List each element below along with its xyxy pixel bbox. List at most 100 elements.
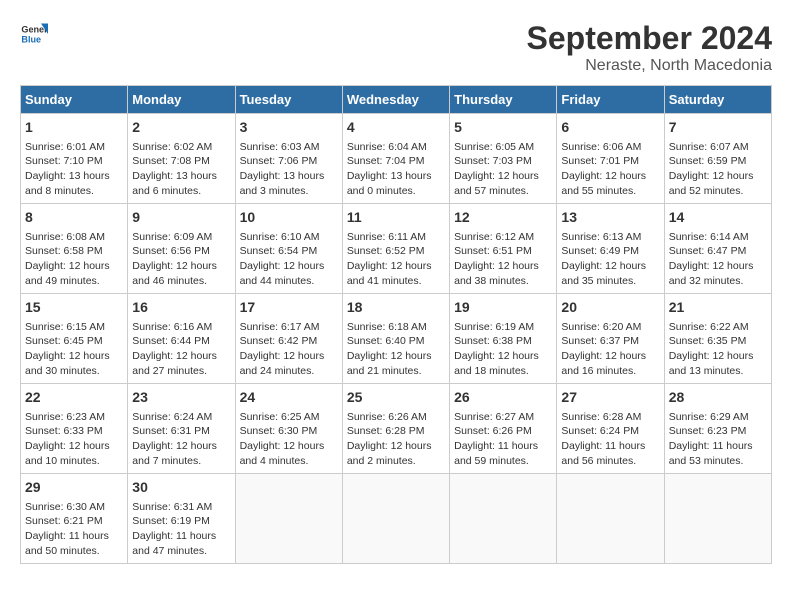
cell-line: Sunset: 6:51 PM — [454, 244, 552, 259]
col-header-tuesday: Tuesday — [235, 86, 342, 114]
cell-line: Sunrise: 6:11 AM — [347, 230, 445, 245]
cell-line: Sunrise: 6:25 AM — [240, 410, 338, 425]
cell-line: and 52 minutes. — [669, 184, 767, 199]
cell-line: Sunrise: 6:14 AM — [669, 230, 767, 245]
col-header-monday: Monday — [128, 86, 235, 114]
day-number: 17 — [240, 298, 338, 318]
cell-line: Daylight: 11 hours — [561, 439, 659, 454]
cell-content-day-25: 25Sunrise: 6:26 AMSunset: 6:28 PMDayligh… — [347, 388, 445, 468]
day-number: 9 — [132, 208, 230, 228]
cell-line: Sunset: 6:38 PM — [454, 334, 552, 349]
cell-content-day-19: 19Sunrise: 6:19 AMSunset: 6:38 PMDayligh… — [454, 298, 552, 378]
cell-line: and 3 minutes. — [240, 184, 338, 199]
cell-content-day-6: 6Sunrise: 6:06 AMSunset: 7:01 PMDaylight… — [561, 118, 659, 198]
cell-line: Daylight: 12 hours — [669, 169, 767, 184]
cell-line: Sunrise: 6:18 AM — [347, 320, 445, 335]
cell-line: Daylight: 11 hours — [25, 529, 123, 544]
cell-line: Sunset: 6:23 PM — [669, 424, 767, 439]
cell-line: Daylight: 12 hours — [240, 349, 338, 364]
cell-line: Sunrise: 6:07 AM — [669, 140, 767, 155]
cell-content-day-28: 28Sunrise: 6:29 AMSunset: 6:23 PMDayligh… — [669, 388, 767, 468]
cell-line: Sunset: 6:54 PM — [240, 244, 338, 259]
cell-line: Sunrise: 6:29 AM — [669, 410, 767, 425]
col-header-wednesday: Wednesday — [342, 86, 449, 114]
cell-content-day-5: 5Sunrise: 6:05 AMSunset: 7:03 PMDaylight… — [454, 118, 552, 198]
day-number: 7 — [669, 118, 767, 138]
cell-line: and 46 minutes. — [132, 274, 230, 289]
cell-line: Sunrise: 6:30 AM — [25, 500, 123, 515]
calendar-cell: 20 Sunrise: 6:20 AMSunset: 6:37 PMDayligh… — [557, 294, 664, 384]
cell-content-day-27: 27Sunrise: 6:28 AMSunset: 6:24 PMDayligh… — [561, 388, 659, 468]
svg-text:Blue: Blue — [21, 34, 41, 44]
cell-line: Sunset: 6:33 PM — [25, 424, 123, 439]
cell-line: Sunrise: 6:04 AM — [347, 140, 445, 155]
calendar-cell: 11 Sunrise: 6:11 AMSunset: 6:52 PMDayligh… — [342, 204, 449, 294]
cell-line: Sunset: 6:42 PM — [240, 334, 338, 349]
logo: General Blue — [20, 20, 48, 48]
cell-line: Daylight: 13 hours — [25, 169, 123, 184]
day-number: 23 — [132, 388, 230, 408]
calendar-cell — [235, 474, 342, 564]
cell-line: and 41 minutes. — [347, 274, 445, 289]
cell-line: Daylight: 12 hours — [669, 259, 767, 274]
cell-content-day-12: 12Sunrise: 6:12 AMSunset: 6:51 PMDayligh… — [454, 208, 552, 288]
calendar-cell: 3Sunrise: 6:03 AMSunset: 7:06 PMDaylight… — [235, 114, 342, 204]
day-number: 20 — [561, 298, 659, 318]
cell-line: and 27 minutes. — [132, 364, 230, 379]
cell-line: and 30 minutes. — [25, 364, 123, 379]
cell-line: Daylight: 12 hours — [240, 259, 338, 274]
cell-line: Daylight: 12 hours — [347, 259, 445, 274]
cell-line: Daylight: 12 hours — [132, 259, 230, 274]
title-area: September 2024 Neraste, North Macedonia — [527, 20, 772, 75]
calendar-cell: 23Sunrise: 6:24 AMSunset: 6:31 PMDayligh… — [128, 384, 235, 474]
cell-line: Daylight: 12 hours — [25, 259, 123, 274]
cell-content-day-9: 9 Sunrise: 6:09 AMSunset: 6:56 PMDaylight… — [132, 208, 230, 288]
cell-content-day-8: 8Sunrise: 6:08 AMSunset: 6:58 PMDaylight… — [25, 208, 123, 288]
cell-line: Sunrise: 6:23 AM — [25, 410, 123, 425]
cell-line: Daylight: 12 hours — [132, 439, 230, 454]
calendar-week-5: 29Sunrise: 6:30 AMSunset: 6:21 PMDayligh… — [21, 474, 772, 564]
cell-line: Daylight: 12 hours — [25, 349, 123, 364]
cell-line: Daylight: 12 hours — [561, 349, 659, 364]
cell-line: Sunrise: 6:28 AM — [561, 410, 659, 425]
calendar-cell: 6Sunrise: 6:06 AMSunset: 7:01 PMDaylight… — [557, 114, 664, 204]
cell-line: Sunset: 6:37 PM — [561, 334, 659, 349]
day-number: 14 — [669, 208, 767, 228]
cell-line: Sunrise: 6:09 AM — [132, 230, 230, 245]
calendar-cell: 22Sunrise: 6:23 AMSunset: 6:33 PMDayligh… — [21, 384, 128, 474]
day-number: 4 — [347, 118, 445, 138]
cell-line: Sunrise: 6:10 AM — [240, 230, 338, 245]
cell-line: Sunset: 6:52 PM — [347, 244, 445, 259]
cell-content-day-20: 20 Sunrise: 6:20 AMSunset: 6:37 PMDayligh… — [561, 298, 659, 378]
calendar-cell: 24Sunrise: 6:25 AMSunset: 6:30 PMDayligh… — [235, 384, 342, 474]
day-number: 11 — [347, 208, 445, 228]
cell-line: Daylight: 12 hours — [25, 439, 123, 454]
day-number: 28 — [669, 388, 767, 408]
calendar-cell: 25Sunrise: 6:26 AMSunset: 6:28 PMDayligh… — [342, 384, 449, 474]
day-number: 25 — [347, 388, 445, 408]
day-number: 6 — [561, 118, 659, 138]
cell-content-day-24: 24Sunrise: 6:25 AMSunset: 6:30 PMDayligh… — [240, 388, 338, 468]
cell-line: Daylight: 12 hours — [347, 349, 445, 364]
cell-content-day-7: 7Sunrise: 6:07 AMSunset: 6:59 PMDaylight… — [669, 118, 767, 198]
day-number: 1 — [25, 118, 123, 138]
cell-line: and 56 minutes. — [561, 454, 659, 469]
cell-content-day-18: 18Sunrise: 6:18 AMSunset: 6:40 PMDayligh… — [347, 298, 445, 378]
cell-line: Sunrise: 6:20 AM — [561, 320, 659, 335]
cell-line: Sunrise: 6:05 AM — [454, 140, 552, 155]
cell-line: Sunrise: 6:31 AM — [132, 500, 230, 515]
page-header: General Blue September 2024 Neraste, Nor… — [20, 20, 772, 75]
cell-line: Sunset: 6:56 PM — [132, 244, 230, 259]
calendar-cell: 17Sunrise: 6:17 AMSunset: 6:42 PMDayligh… — [235, 294, 342, 384]
calendar-cell — [450, 474, 557, 564]
cell-line: Sunrise: 6:13 AM — [561, 230, 659, 245]
col-header-thursday: Thursday — [450, 86, 557, 114]
cell-line: Sunset: 7:01 PM — [561, 154, 659, 169]
cell-line: and 0 minutes. — [347, 184, 445, 199]
calendar-header-row: SundayMondayTuesdayWednesdayThursdayFrid… — [21, 86, 772, 114]
cell-line: and 8 minutes. — [25, 184, 123, 199]
cell-line: Sunset: 6:40 PM — [347, 334, 445, 349]
cell-line: and 47 minutes. — [132, 544, 230, 559]
calendar-week-1: 1Sunrise: 6:01 AMSunset: 7:10 PMDaylight… — [21, 114, 772, 204]
cell-line: Daylight: 11 hours — [132, 529, 230, 544]
